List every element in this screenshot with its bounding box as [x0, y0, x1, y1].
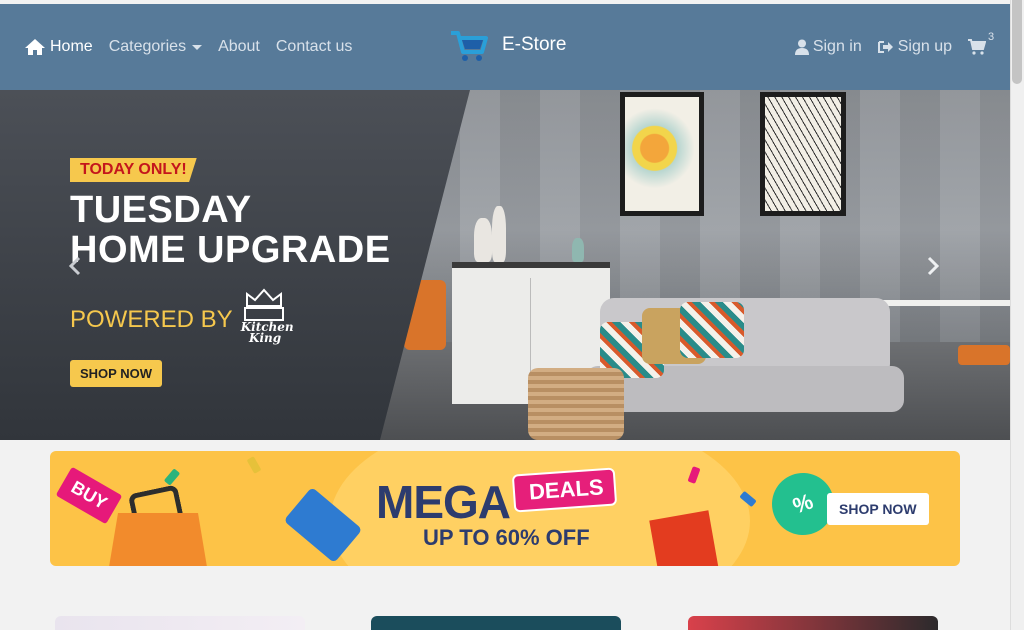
mega-deals-banner[interactable]: BUY MEGA DEALS UP TO 60% OFF % SHOP NOW [50, 451, 960, 566]
wicker-table [528, 368, 624, 440]
nav-about-link[interactable]: About [218, 38, 260, 56]
sign-up-link[interactable]: Sign up [877, 38, 952, 56]
nav-categories-label: Categories [108, 38, 187, 55]
sign-in-label: Sign in [812, 38, 862, 55]
vase [572, 238, 584, 262]
nav-about-label: About [218, 38, 260, 55]
product-card[interactable] [688, 616, 938, 630]
powered-by-text: POWERED BY [70, 306, 233, 333]
navbar: Home Categories About Contact us E-Store [0, 4, 1010, 90]
chevron-left-icon[interactable] [66, 256, 86, 276]
product-card[interactable] [371, 616, 621, 630]
cart-logo-icon [451, 31, 488, 61]
today-only-badge: TODAY ONLY! [70, 158, 197, 182]
shopping-basket [108, 513, 208, 566]
hero-carousel: TODAY ONLY! TUESDAY HOME UPGRADE POWERED… [0, 90, 1010, 440]
hero-headline-line2: HOME UPGRADE [70, 229, 391, 271]
nav-left: Home Categories About Contact us [24, 38, 368, 56]
vase [474, 218, 492, 262]
shopping-bag [649, 510, 719, 566]
nav-right: Sign in Sign up 3 [794, 31, 994, 56]
cart-icon [968, 39, 986, 55]
nav-categories-dropdown[interactable]: Categories [108, 38, 203, 56]
product-card[interactable] [55, 616, 305, 630]
page-scrollbar[interactable] [1010, 0, 1024, 630]
wall-art-leaf [760, 92, 846, 216]
pillow [680, 302, 744, 358]
promo-shop-now-button[interactable]: SHOP NOW [827, 493, 929, 525]
grey-sofa [586, 298, 904, 413]
user-icon [794, 39, 809, 55]
nav-home-link[interactable]: Home [24, 38, 93, 56]
brand-logo-link[interactable]: E-Store [450, 28, 566, 62]
buy-tag: BUY [55, 466, 123, 525]
cart-button[interactable]: 3 [968, 31, 994, 55]
sign-up-label: Sign up [897, 38, 952, 55]
wall-art-flowers [620, 92, 704, 216]
brand-name: E-Store [502, 34, 567, 55]
deals-tag: DEALS [511, 467, 617, 513]
powered-by-row: POWERED BY Kitchen King [70, 288, 391, 352]
hero-shop-now-button[interactable]: SHOP NOW [70, 360, 162, 387]
hero-headline-line1: TUESDAY [70, 189, 252, 231]
hero-headline: TUESDAY HOME UPGRADE [70, 190, 391, 270]
crown-icon [243, 288, 284, 321]
promo-subtitle: UP TO 60% OFF [423, 525, 590, 550]
vase [492, 206, 506, 262]
nav-contact-label: Contact us [275, 38, 353, 55]
confetti [246, 456, 262, 474]
home-icon [25, 39, 45, 55]
nav-contact-link[interactable]: Contact us [276, 38, 352, 56]
cart-count-badge: 3 [988, 31, 995, 43]
confetti [163, 468, 181, 486]
hero-room-image [380, 90, 1010, 440]
orange-chair-right [958, 345, 1010, 365]
hero-content: TODAY ONLY! TUESDAY HOME UPGRADE POWERED… [70, 158, 391, 387]
kitchen-king-logo: Kitchen King [241, 288, 305, 352]
nav-home-label: Home [50, 38, 93, 55]
sign-in-link[interactable]: Sign in [794, 38, 862, 56]
caret-down-icon [192, 44, 203, 50]
kitchen-king-logo-text: Kitchen King [240, 320, 294, 345]
scrollbar-thumb[interactable] [1012, 0, 1022, 84]
chevron-right-icon[interactable] [922, 256, 942, 276]
sign-up-icon [877, 41, 893, 53]
mega-text: MEGA [376, 476, 511, 528]
